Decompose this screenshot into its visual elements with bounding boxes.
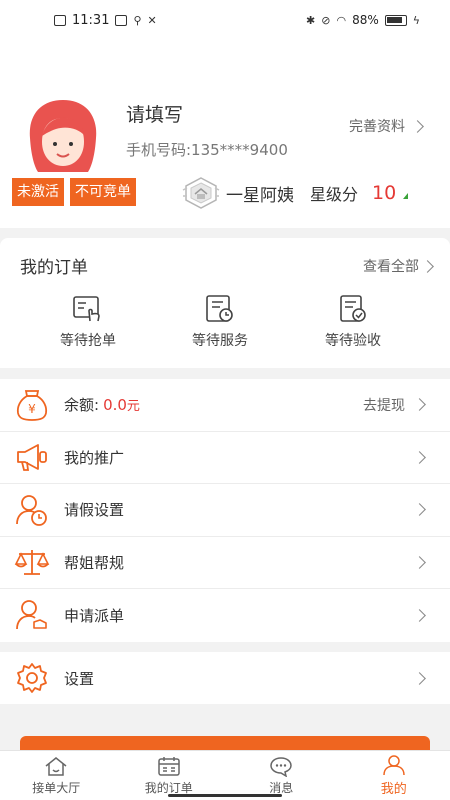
chevron-right-icon (411, 119, 424, 133)
menu-list: ¥ 余额: 0.0 元 去提现 我的推广 请假设置 帮姐帮规 申请派单 (0, 379, 450, 642)
balance-value: 0.0 (103, 395, 127, 414)
order-waiting-service[interactable]: 等待服务 (170, 294, 270, 350)
chevron-right-icon (421, 259, 434, 273)
badge-not-activated: 未激活 (12, 178, 64, 206)
megaphone-icon (17, 444, 47, 472)
chevron-right-icon (413, 398, 426, 412)
view-all-orders-link[interactable]: 查看全部 (363, 256, 434, 276)
level-medal-icon (182, 177, 220, 209)
money-bag-icon: ¥ (16, 389, 48, 421)
user-icon (383, 755, 405, 776)
mute-icon: ⊘ (321, 13, 331, 27)
score-value: 10 (372, 182, 397, 204)
tab-my-orders[interactable]: 我的订单 (113, 751, 226, 800)
tools-icon: ✕ (147, 13, 157, 27)
usb-icon: ⚲ (133, 13, 142, 27)
complete-profile-label: 完善资料 (349, 119, 405, 135)
score-up-icon (403, 193, 409, 199)
action-button-peek[interactable] (20, 736, 430, 750)
battery-percent: 88% (352, 13, 379, 27)
complete-profile-link[interactable]: 完善资料 (349, 116, 424, 136)
tab-order-hall[interactable]: 接单大厅 (0, 751, 113, 800)
menu-row-rules[interactable]: 帮姐帮规 (0, 537, 450, 589)
level-name: 一星阿姨 (226, 185, 294, 206)
rules-label: 帮姐帮规 (64, 553, 125, 572)
status-badges: 未激活 不可竞单 (12, 178, 136, 206)
settings-label: 设置 (64, 669, 95, 688)
battery-icon (384, 14, 407, 26)
menu-row-dispatch[interactable]: 申请派单 (0, 589, 450, 642)
chevron-right-icon (413, 671, 426, 685)
bottom-tab-bar: 接单大厅 我的订单 消息 我的 (0, 750, 450, 800)
chevron-right-icon (413, 450, 426, 464)
chat-icon (270, 757, 293, 777)
menu-row-promotion[interactable]: 我的推广 (0, 432, 450, 484)
balance-label: 余额: (64, 396, 100, 415)
leave-label: 请假设置 (64, 501, 125, 520)
balance-unit: 元 (126, 399, 140, 415)
bluetooth-icon: ✱ (306, 13, 316, 27)
chevron-right-icon (413, 608, 426, 622)
badge-no-bidding: 不可竞单 (70, 178, 136, 206)
order-label: 等待服务 (192, 333, 248, 349)
notification-icon (54, 14, 66, 26)
avatar[interactable] (22, 96, 104, 178)
document-check-icon (340, 295, 366, 322)
home-icon (45, 757, 67, 776)
tab-mine[interactable]: 我的 (338, 751, 450, 800)
home-indicator[interactable] (168, 794, 282, 797)
order-label: 等待验收 (325, 333, 381, 349)
user-hand-icon (16, 600, 47, 630)
withdraw-link[interactable]: 去提现 (363, 395, 426, 415)
order-waiting-acceptance[interactable]: 等待验收 (303, 294, 403, 350)
svg-text:¥: ¥ (28, 402, 36, 416)
order-label: 等待抢单 (60, 333, 116, 349)
calendar-icon (158, 757, 180, 776)
menu-row-leave[interactable]: 请假设置 (0, 484, 450, 537)
tab-label: 接单大厅 (32, 781, 81, 795)
withdraw-label: 去提现 (363, 397, 405, 414)
order-waiting-grab[interactable]: 等待抢单 (38, 294, 138, 350)
hand-tap-icon (73, 296, 100, 322)
chevron-right-icon (413, 503, 426, 517)
status-bar: 11:31 ⚲ ✕ ✱ ⊘ ◠ 88% ϟ (0, 0, 450, 40)
document-clock-icon (206, 295, 233, 322)
user-clock-icon (16, 494, 47, 526)
user-phone: 手机号码:135****9400 (126, 141, 288, 159)
app-icon (115, 14, 128, 26)
charging-icon: ϟ (412, 13, 420, 27)
level-info: 一星阿姨 星级分 10 (182, 176, 409, 210)
tab-label: 我的 (380, 782, 407, 797)
orders-card: 我的订单 查看全部 等待抢单 等待服务 等待验收 (0, 238, 450, 368)
menu-row-settings[interactable]: 设置 (0, 652, 450, 704)
status-time: 11:31 (72, 12, 110, 28)
orders-title: 我的订单 (20, 258, 88, 278)
dispatch-label: 申请派单 (64, 606, 125, 625)
tab-messages[interactable]: 消息 (225, 751, 338, 800)
profile-section: 请填写 手机号码:135****9400 完善资料 未激活 不可竞单 一星阿姨 … (0, 40, 450, 228)
menu-row-balance[interactable]: ¥ 余额: 0.0 元 去提现 (0, 379, 450, 432)
score-label: 星级分 (310, 185, 359, 204)
view-all-label: 查看全部 (363, 259, 419, 275)
wifi-icon: ◠ (336, 13, 347, 27)
chevron-right-icon (413, 555, 426, 569)
scales-icon (14, 550, 50, 576)
user-name[interactable]: 请填写 (126, 100, 183, 127)
gear-icon (17, 663, 47, 693)
promotion-label: 我的推广 (64, 448, 125, 467)
